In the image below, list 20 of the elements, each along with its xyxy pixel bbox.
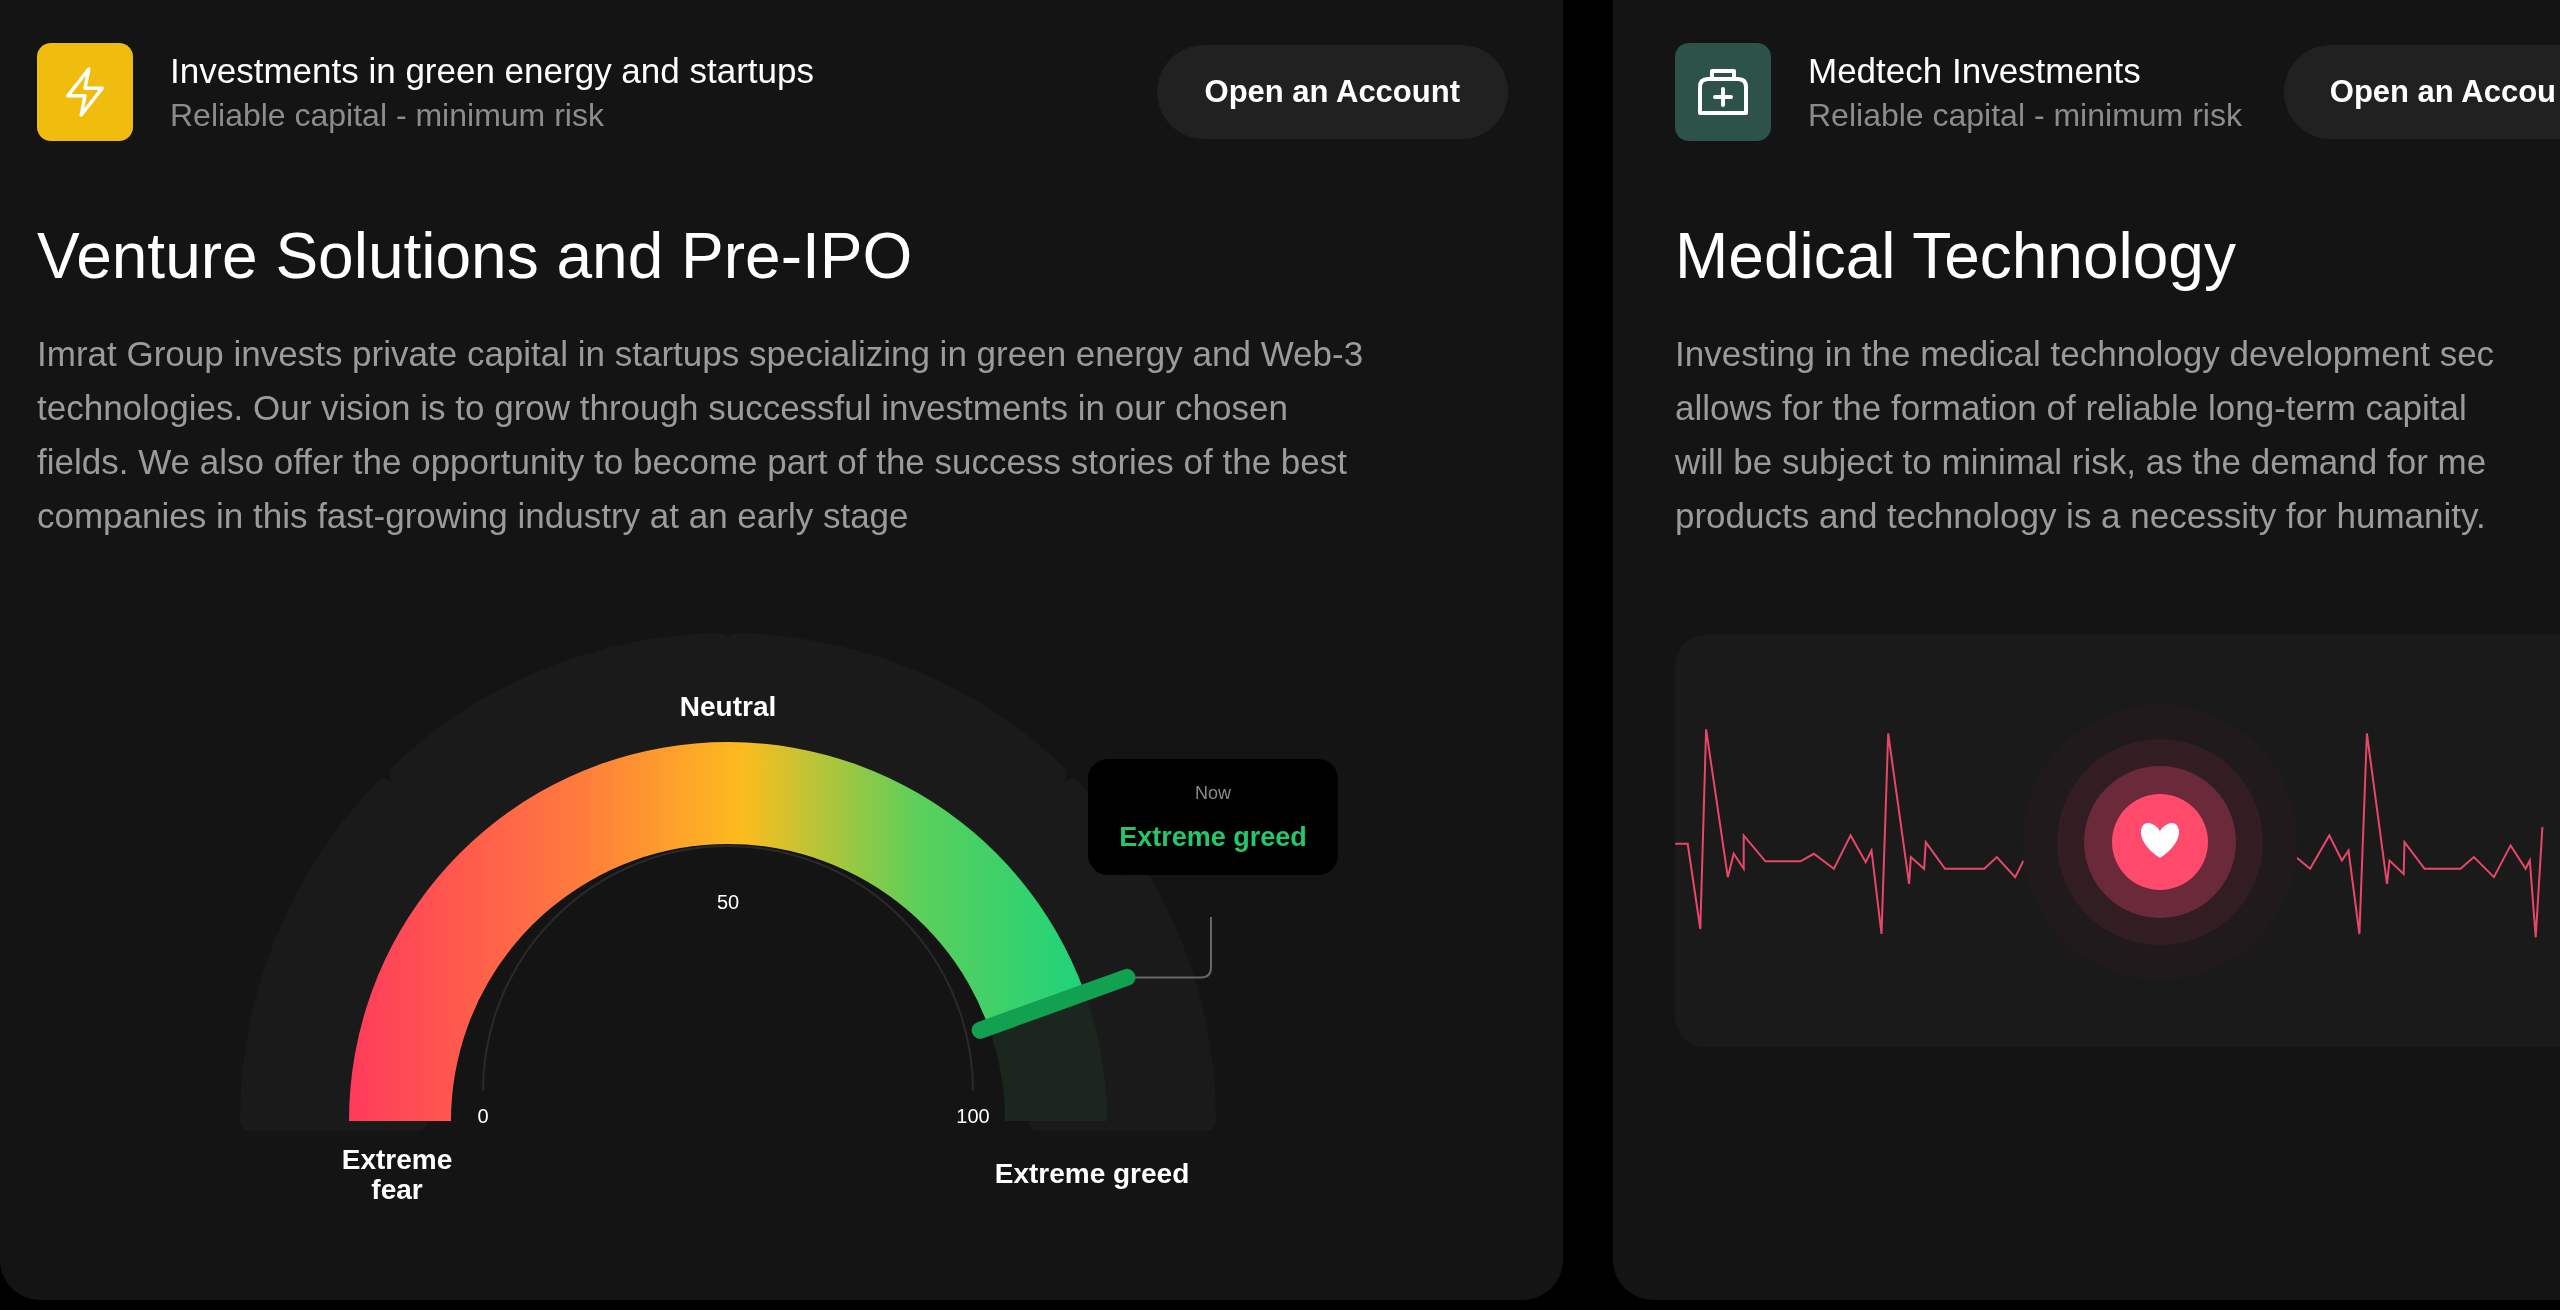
card-title: Investments in green energy and startups — [170, 50, 814, 91]
card-subtitle: Reliable capital - minimum risk — [170, 96, 605, 134]
card-subtitle: Reliable capital - minimum risk — [1808, 96, 2242, 134]
card-description: Imrat Group invests private capital in startups specializing in green energy and Web-3 technologies. Our vision is to grow through successful investments in our chosen fields. We also offer the opportunity to become part of the success stories of the best companies in this fast-growing industry at an early stage — [37, 333, 1365, 537]
gauge-min-label: Extreme fear — [341, 1144, 453, 1205]
scale-label: 0 — [477, 1105, 489, 1127]
gauge-top-label: Neutral — [679, 691, 777, 722]
card-heading: Medical Technology — [1675, 219, 2237, 293]
medical-kit-icon — [1696, 67, 1750, 117]
card-heading: Venture Solutions and Pre-IPO — [37, 219, 914, 293]
card-title: Medtech Investments — [1808, 50, 2142, 91]
scale-label: 100 — [956, 1105, 990, 1127]
tooltip-caption: Now — [1195, 783, 1231, 803]
open-account-button[interactable]: Open an Accou — [2283, 45, 2560, 139]
card-description: Investing in the medical technology development sec allows for the formation of reliable long-term capital will be subject to minimal risk, as the demand for me products and technology is a necessity for humanity. — [1675, 333, 2496, 537]
scale-label: 50 — [716, 891, 740, 913]
open-account-button[interactable]: Open an Account — [1156, 45, 1508, 139]
gauge-max-label: Extreme greed — [994, 1158, 1190, 1189]
tooltip-value: Extreme greed — [1119, 822, 1307, 852]
heart-icon — [2141, 823, 2179, 858]
